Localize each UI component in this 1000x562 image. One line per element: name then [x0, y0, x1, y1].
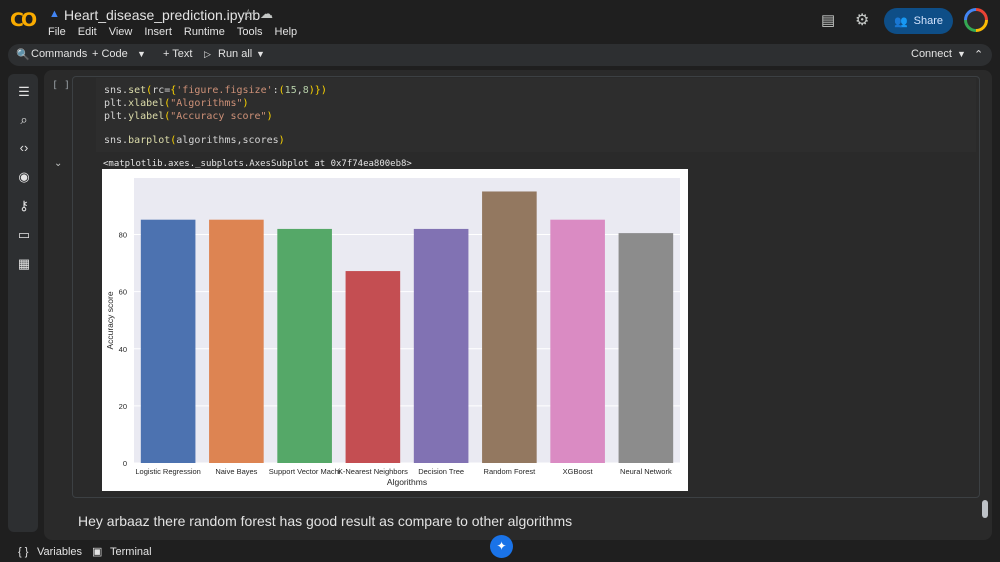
scrollbar-thumb[interactable]	[982, 500, 988, 518]
drive-icon: ▲	[49, 8, 60, 20]
variables-braces-icon[interactable]: { }	[18, 546, 28, 558]
menu-edit[interactable]: Edit	[78, 26, 97, 38]
secrets-key-icon[interactable]: ⚷	[16, 198, 32, 214]
files-folder-icon[interactable]: ▭	[16, 227, 32, 243]
avatar-inner	[967, 11, 985, 29]
y-tick-label-4: 80	[119, 231, 127, 240]
play-icon[interactable]: ▷	[204, 49, 211, 60]
commands-button[interactable]: Commands	[31, 48, 87, 60]
run-all-button[interactable]: Run all	[218, 48, 252, 60]
bar-1	[209, 219, 264, 463]
connect-button[interactable]: Connect	[911, 48, 952, 60]
settings-gear-icon[interactable]: ⚙	[855, 10, 869, 30]
y-tick-label-2: 40	[119, 345, 127, 354]
menu-file[interactable]: File	[48, 26, 66, 38]
bar-5	[482, 191, 537, 464]
y-tick-label-1: 20	[119, 402, 127, 411]
menu-insert[interactable]: Insert	[144, 26, 172, 38]
chat-message: Hey arbaaz there random forest has good …	[78, 513, 573, 529]
cloud-saved-icon[interactable]: ☁	[260, 6, 273, 22]
collapse-header-icon[interactable]: ⌃	[974, 48, 983, 61]
x-tick-label-3: K-Nearest Neighbors	[338, 467, 408, 476]
data-table-icon[interactable]: ▦	[16, 256, 32, 272]
menu-runtime[interactable]: Runtime	[184, 26, 225, 38]
share-button[interactable]: 👥 Share	[884, 8, 953, 34]
terminal-icon[interactable]: ▣	[92, 545, 102, 558]
bar-0	[140, 219, 196, 463]
menu-help[interactable]: Help	[275, 26, 298, 38]
collapse-output-chevron-icon[interactable]: ⌄	[54, 158, 62, 169]
x-tick-label-7: Neural Network	[620, 467, 672, 476]
people-icon: 👥	[893, 15, 908, 28]
code-line-5: sns.barplot(algorithms,scores)	[104, 135, 285, 146]
variables-inspector-icon[interactable]: ◉	[16, 169, 32, 185]
x-tick-label-4: Decision Tree	[418, 467, 464, 476]
code-line-1: sns.set(rc={'figure.figsize':(15,8)})	[104, 85, 327, 96]
left-sidebar: ☰ ⌕ ‹› ◉ ⚷ ▭ ▦	[8, 74, 38, 532]
x-tick-label-5: Random Forest	[484, 467, 537, 476]
bar-chart-output: 0 20 40 60 80 Logistic Regression Naive Bayes S…	[102, 169, 688, 491]
bar-2	[277, 228, 332, 463]
bar-4	[413, 228, 469, 463]
star-icon[interactable]: ☆	[242, 6, 255, 23]
gemini-sparkle-button[interactable]: ✦	[490, 535, 513, 558]
menu-tools[interactable]: Tools	[237, 26, 263, 38]
menu-bar: File Edit View Insert Runtime Tools Help	[48, 26, 297, 38]
find-icon[interactable]: ⌕	[16, 112, 32, 128]
bar-chart-svg: 0 20 40 60 80 Logistic Regression Naive Bayes S…	[105, 178, 680, 487]
run-cell-indicator[interactable]: [ ]	[52, 80, 70, 91]
search-icon[interactable]: 🔍	[16, 48, 30, 61]
y-tick-label-3: 60	[119, 288, 127, 297]
output-text: <matplotlib.axes._subplots.AxesSubplot a…	[103, 159, 412, 169]
bar-3	[345, 271, 401, 463]
table-of-contents-icon[interactable]: ☰	[16, 84, 32, 100]
x-tick-label-1: Naive Bayes	[215, 467, 257, 476]
comments-icon[interactable]: ▤	[821, 11, 835, 29]
notebook-toolbar: 🔍 Commands + Code ▼ + Text ▷ Run all ▼ C…	[8, 44, 992, 66]
x-tick-label-2: Support Vector Machi	[269, 467, 341, 476]
bar-6	[550, 219, 605, 463]
add-code-button[interactable]: + Code	[92, 48, 128, 60]
x-tick-label-6: XGBoost	[563, 467, 594, 476]
connect-dropdown-chevron-icon[interactable]: ▼	[957, 49, 966, 59]
x-axis-label: Algorithms	[387, 477, 427, 487]
variables-button[interactable]: Variables	[37, 546, 82, 558]
y-axis-label: Accuracy score	[105, 291, 115, 349]
code-dropdown-chevron-icon[interactable]: ▼	[137, 49, 146, 59]
code-line-3: plt.ylabel("Accuracy score")	[104, 111, 273, 122]
run-dropdown-chevron-icon[interactable]: ▼	[256, 49, 265, 59]
colab-logo[interactable]: CO	[10, 9, 38, 31]
menu-view[interactable]: View	[109, 26, 133, 38]
notebook-title[interactable]: Heart_disease_prediction.ipynb	[64, 7, 260, 23]
code-line-2: plt.xlabel("Algorithms")	[104, 98, 249, 109]
x-tick-label-0: Logistic Regression	[135, 467, 200, 476]
code-snippets-icon[interactable]: ‹›	[16, 140, 32, 155]
add-text-button[interactable]: + Text	[163, 48, 192, 60]
bar-7	[618, 233, 674, 463]
user-avatar[interactable]	[964, 8, 988, 32]
terminal-button[interactable]: Terminal	[110, 546, 152, 558]
y-tick-label-0: 0	[123, 459, 127, 468]
share-label: Share	[913, 15, 944, 27]
